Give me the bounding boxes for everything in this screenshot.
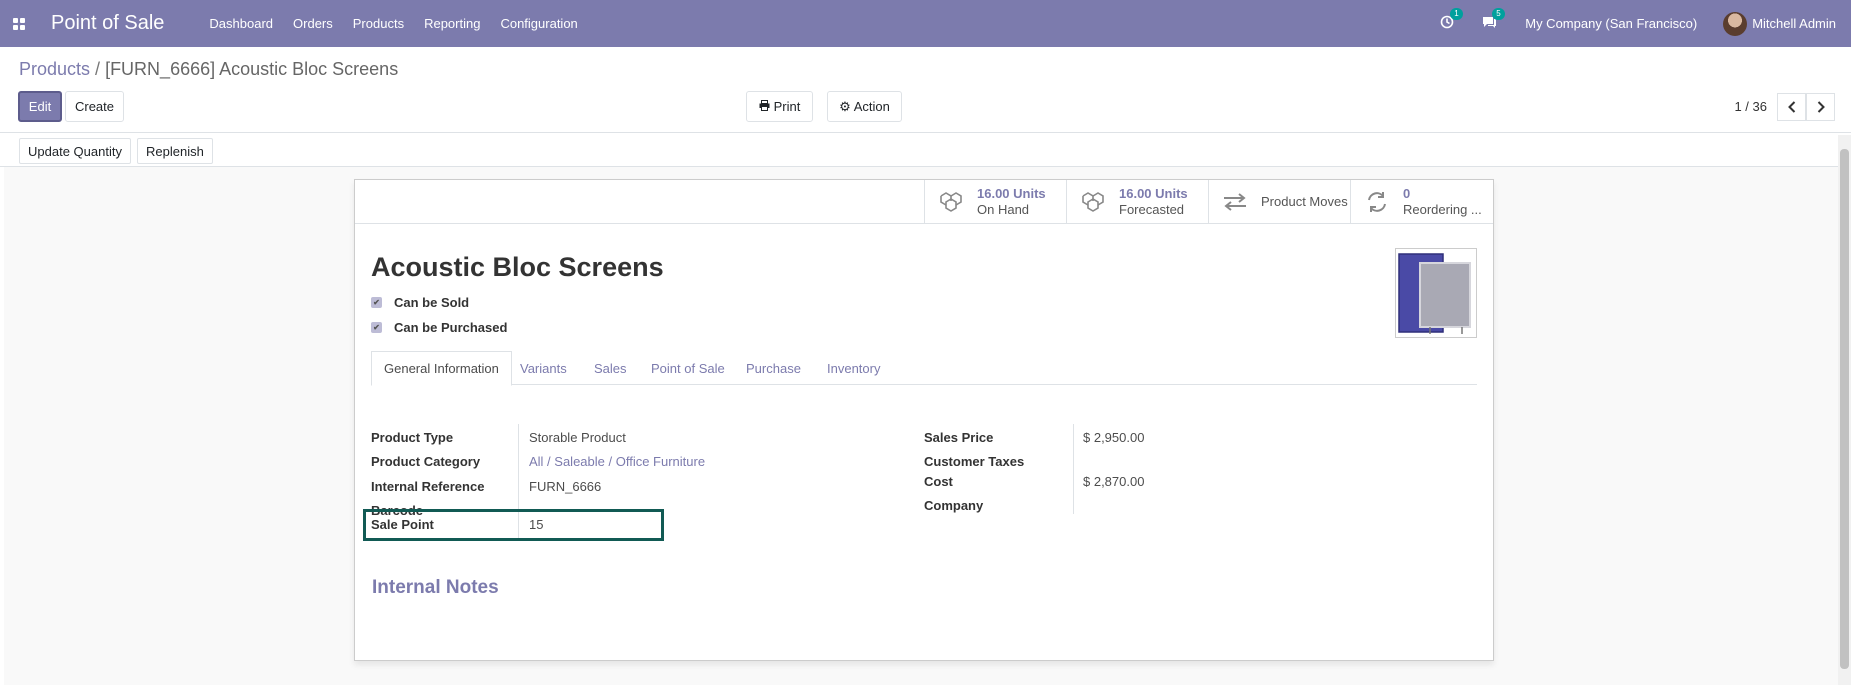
chevron-left-icon	[1787, 101, 1795, 113]
action-button[interactable]: ⚙ Action	[827, 91, 902, 122]
stat-reordering-value: 0	[1403, 186, 1411, 201]
stat-buttons: 16.00 Units On Hand 16.00 Units Forecasted…	[355, 180, 1493, 224]
tab-variants[interactable]: Variants	[508, 351, 579, 385]
tab-point-of-sale[interactable]: Point of Sale	[639, 351, 737, 385]
stat-on-hand-label: On Hand	[977, 202, 1030, 217]
label-product-category: Product Category	[371, 454, 481, 469]
form-sheet: 16.00 Units On Hand 16.00 Units Forecasted…	[354, 179, 1494, 661]
tab-general-information[interactable]: General Information	[371, 351, 512, 386]
apps-menu-icon[interactable]	[0, 0, 38, 47]
top-navbar: Point of Sale Dashboard Orders Products …	[0, 0, 1851, 47]
stat-forecasted-value: 16.00 Units	[1119, 186, 1188, 201]
label-sales-price: Sales Price	[924, 430, 994, 445]
breadcrumb-products[interactable]: Products	[19, 59, 90, 79]
create-button[interactable]: Create	[65, 91, 124, 122]
stat-reordering-label: Reordering ...	[1403, 202, 1482, 217]
internal-notes-heading: Internal Notes	[372, 577, 499, 598]
menu-configuration[interactable]: Configuration	[500, 16, 577, 31]
can-be-purchased-label: Can be Purchased	[394, 320, 508, 335]
label-customer-taxes: Customer Taxes	[924, 454, 1025, 469]
stat-product-moves-label: Product Moves	[1261, 194, 1348, 209]
replenish-button[interactable]: Replenish	[137, 138, 213, 164]
breadcrumb: Products / [FURN_6666] Acoustic Bloc Scree…	[19, 59, 398, 80]
user-menu[interactable]: Mitchell Admin	[1752, 16, 1836, 31]
label-internal-reference: Internal Reference	[371, 479, 485, 494]
label-company: Company	[924, 498, 984, 513]
stat-on-hand-value: 16.00 Units	[977, 186, 1046, 201]
cubes-icon	[940, 192, 962, 212]
activity-icon[interactable]: 1	[1440, 8, 1463, 32]
pager-previous-button[interactable]	[1777, 93, 1806, 121]
tab-purchase[interactable]: Purchase	[734, 351, 813, 385]
form-tabs: General Information Variants Sales Point…	[371, 351, 1477, 386]
field-separator	[1073, 424, 1074, 514]
label-cost: Cost	[924, 474, 953, 489]
cubes-icon	[1082, 192, 1104, 212]
menu-reporting[interactable]: Reporting	[424, 16, 480, 31]
chevron-right-icon	[1817, 101, 1825, 113]
stat-reordering[interactable]: 0 Reordering ...	[1350, 180, 1493, 224]
print-icon	[759, 99, 770, 114]
edit-button[interactable]: Edit	[18, 91, 62, 122]
sale-point-highlight	[363, 509, 664, 541]
print-label: Print	[773, 99, 801, 114]
app-title[interactable]: Point of Sale	[51, 12, 164, 35]
value-cost[interactable]: $ 2,870.00	[1083, 474, 1144, 489]
stat-on-hand[interactable]: 16.00 Units On Hand	[924, 180, 1066, 224]
header-buttons-bar: Update Quantity Replenish	[0, 133, 1851, 167]
breadcrumb-separator: /	[95, 59, 101, 79]
action-label: Action	[853, 99, 890, 114]
user-avatar[interactable]	[1723, 11, 1748, 36]
stat-product-moves[interactable]: Product Moves	[1208, 180, 1350, 224]
exchange-icon	[1224, 193, 1246, 211]
menu-products[interactable]: Products	[353, 16, 404, 31]
company-switcher[interactable]: My Company (San Francisco)	[1525, 16, 1697, 31]
can-be-sold-field[interactable]: ✔ Can be Sold	[371, 295, 469, 310]
scrollbar-thumb[interactable]	[1840, 149, 1849, 669]
can-be-purchased-field[interactable]: ✔ Can be Purchased	[371, 320, 507, 335]
pager-value[interactable]: 1 / 36	[1734, 99, 1767, 114]
messages-badge: 5	[1492, 8, 1505, 20]
messages-icon[interactable]: 5	[1482, 8, 1505, 32]
value-sales-price[interactable]: $ 2,950.00	[1083, 430, 1144, 445]
check-icon[interactable]: ✔	[371, 322, 382, 333]
form-view: 16.00 Units On Hand 16.00 Units Forecasted…	[0, 167, 1838, 685]
stat-forecasted-label: Forecasted	[1119, 202, 1185, 217]
gear-icon: ⚙	[839, 98, 851, 114]
tab-inventory[interactable]: Inventory	[815, 351, 892, 385]
value-internal-reference[interactable]: FURN_6666	[529, 479, 601, 494]
activity-badge: 1	[1450, 8, 1463, 20]
update-quantity-button[interactable]: Update Quantity	[19, 138, 131, 164]
product-name[interactable]: Acoustic Bloc Screens	[371, 252, 664, 283]
value-product-category[interactable]: All / Saleable / Office Furniture	[529, 454, 705, 469]
menu-orders[interactable]: Orders	[293, 16, 333, 31]
breadcrumb-current: [FURN_6666] Acoustic Bloc Screens	[105, 59, 399, 79]
label-product-type: Product Type	[371, 430, 454, 445]
can-be-sold-label: Can be Sold	[394, 295, 470, 310]
product-image[interactable]	[1395, 248, 1477, 338]
check-icon[interactable]: ✔	[371, 297, 382, 308]
refresh-icon	[1368, 192, 1386, 212]
page-scrollbar[interactable]	[1838, 135, 1851, 685]
stat-forecasted[interactable]: 16.00 Units Forecasted	[1066, 180, 1208, 224]
print-button[interactable]: Print	[746, 91, 813, 122]
value-product-type[interactable]: Storable Product	[529, 430, 626, 445]
pager-next-button[interactable]	[1806, 93, 1835, 121]
menu-dashboard[interactable]: Dashboard	[209, 16, 273, 31]
control-panel: Products / [FURN_6666] Acoustic Bloc Scree…	[0, 47, 1851, 133]
tab-sales[interactable]: Sales	[582, 351, 639, 385]
